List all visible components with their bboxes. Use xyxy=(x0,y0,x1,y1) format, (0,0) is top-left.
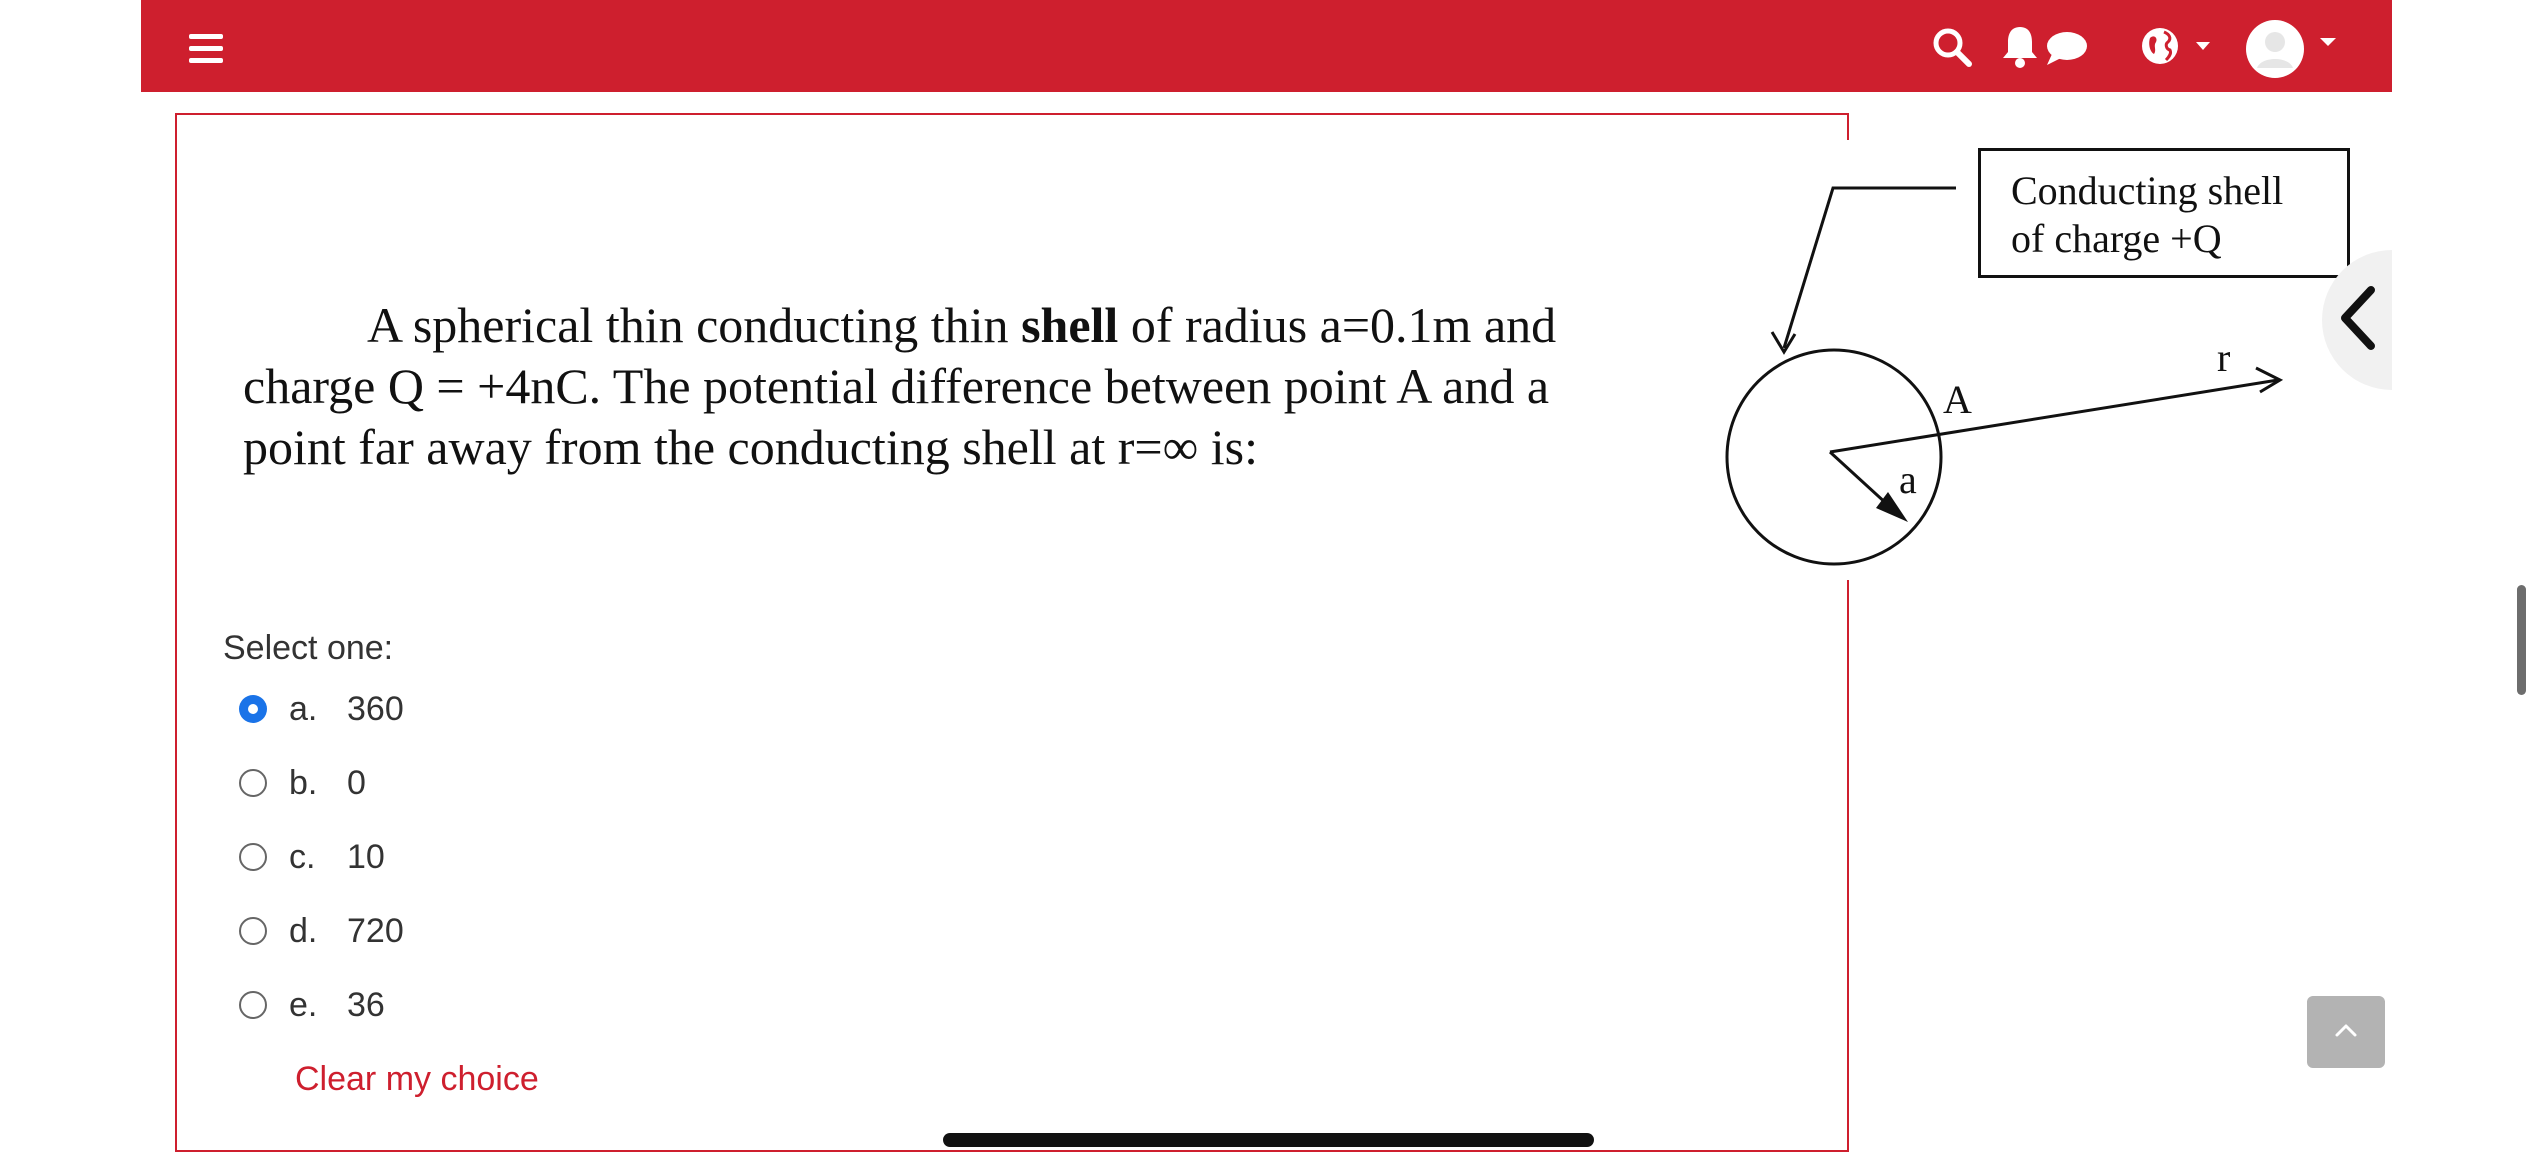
option-letter: d. xyxy=(289,911,318,950)
search-icon[interactable] xyxy=(1931,26,1973,68)
r-label: r xyxy=(2217,335,2231,380)
option-value: 720 xyxy=(347,911,404,950)
question-text-part1: A spherical thin conducting thin xyxy=(367,297,1022,353)
point-a-label: A xyxy=(1943,377,1972,422)
user-menu[interactable] xyxy=(2246,20,2342,78)
question-card: A spherical thin conducting thin shell o… xyxy=(175,113,1849,1152)
chevron-up-icon xyxy=(2334,1022,2358,1043)
radio-a[interactable] xyxy=(239,695,267,723)
option-value: 360 xyxy=(347,689,404,728)
chevron-left-icon xyxy=(2337,285,2377,355)
callout-line1: Conducting shell xyxy=(2011,168,2284,213)
option-letter: c. xyxy=(289,837,316,876)
question-text-bold: shell xyxy=(1021,297,1119,353)
top-navbar xyxy=(141,0,2392,92)
radio-e[interactable] xyxy=(239,991,267,1019)
scrollbar-thumb[interactable] xyxy=(2517,585,2526,695)
radius-a-label: a xyxy=(1899,457,1917,502)
callout-line2: of charge +Q xyxy=(2011,216,2222,261)
bell-icon[interactable] xyxy=(2000,24,2040,68)
option-letter: a. xyxy=(289,689,318,728)
option-value: 0 xyxy=(347,763,366,802)
back-to-top-button[interactable] xyxy=(2307,996,2385,1068)
option-a[interactable]: a. 360 xyxy=(239,684,404,734)
globe-language-icon[interactable] xyxy=(2140,24,2216,68)
option-letter: e. xyxy=(289,985,318,1024)
option-d[interactable]: d. 720 xyxy=(239,906,404,956)
home-indicator xyxy=(943,1133,1594,1147)
radio-b[interactable] xyxy=(239,769,267,797)
question-text: A spherical thin conducting thin shell o… xyxy=(243,295,1663,478)
radio-d[interactable] xyxy=(239,917,267,945)
option-b[interactable]: b. 0 xyxy=(239,758,366,808)
option-e[interactable]: e. 36 xyxy=(239,980,385,1030)
hamburger-menu-icon[interactable] xyxy=(189,34,223,64)
select-one-label: Select one: xyxy=(223,629,394,667)
option-letter: b. xyxy=(289,763,318,802)
option-c[interactable]: c. 10 xyxy=(239,832,385,882)
chat-icon[interactable] xyxy=(2044,30,2088,68)
shell-callout-box: Conducting shell of charge +Q xyxy=(1978,148,2350,278)
option-value: 10 xyxy=(347,837,385,876)
clear-my-choice-link[interactable]: Clear my choice xyxy=(295,1060,539,1099)
radio-c[interactable] xyxy=(239,843,267,871)
option-value: 36 xyxy=(347,985,385,1024)
